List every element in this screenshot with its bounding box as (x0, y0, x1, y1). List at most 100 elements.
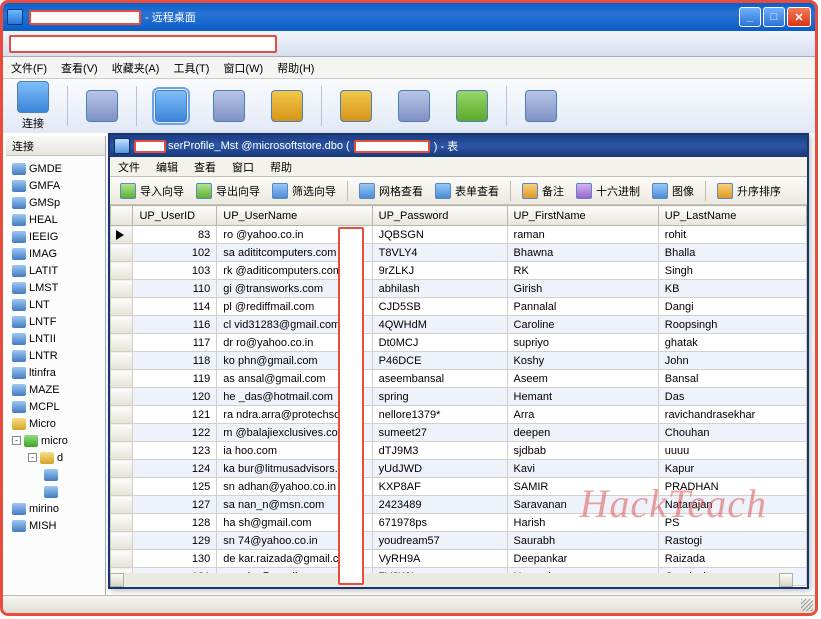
row-header[interactable] (111, 442, 133, 460)
tree-item[interactable]: -d (8, 449, 103, 466)
minimize-button[interactable]: _ (739, 7, 761, 27)
cell-userid[interactable]: 122 (133, 424, 217, 442)
row-header[interactable] (111, 424, 133, 442)
cell-firstname[interactable]: Aseem (507, 370, 658, 388)
table-row[interactable]: 120he _das@hotmail.comspringHemantDas (111, 388, 807, 406)
tree-item[interactable]: MAZE (8, 381, 103, 398)
cell-password[interactable]: 4QWHdM (372, 316, 507, 334)
tree-item[interactable]: GMFA (8, 177, 103, 194)
table-row[interactable]: 117dr ro@yahoo.co.inDt0MCJsupriyoghatak (111, 334, 807, 352)
cell-password[interactable]: JQBSGN (372, 226, 507, 244)
table-row[interactable]: 127sa nan_n@msn.com2423489SaravananNatar… (111, 496, 807, 514)
tree-item[interactable] (8, 466, 103, 483)
cell-firstname[interactable]: Saravanan (507, 496, 658, 514)
tree-item[interactable]: LMST (8, 279, 103, 296)
cell-firstname[interactable]: Girish (507, 280, 658, 298)
cell-lastname[interactable]: Singh (658, 262, 806, 280)
cell-userid[interactable]: 117 (133, 334, 217, 352)
cell-username[interactable]: m @balajiexclusives.com (217, 424, 372, 442)
grid-view-button[interactable]: 网格查看 (355, 181, 427, 201)
table-row[interactable]: 129sn 74@yahoo.co.inyoudream57SaurabhRas… (111, 532, 807, 550)
cell-username[interactable]: ro @yahoo.co.in (217, 226, 372, 244)
tree-item[interactable]: IEEIG (8, 228, 103, 245)
tree-item[interactable]: IMAG (8, 245, 103, 262)
cell-lastname[interactable]: KB (658, 280, 806, 298)
cell-lastname[interactable]: ravichandrasekhar (658, 406, 806, 424)
row-header[interactable] (111, 496, 133, 514)
cell-firstname[interactable]: Deepankar (507, 550, 658, 568)
cell-lastname[interactable]: Kapur (658, 460, 806, 478)
cell-firstname[interactable]: supriyo (507, 334, 658, 352)
cell-lastname[interactable]: Bansal (658, 370, 806, 388)
table-row[interactable]: 128ha sh@gmail.com671978psHarishPS (111, 514, 807, 532)
cell-userid[interactable]: 103 (133, 262, 217, 280)
toolbar-btn-6[interactable] (332, 90, 380, 122)
cell-lastname[interactable]: Bhalla (658, 244, 806, 262)
address-bar[interactable] (3, 31, 815, 57)
toolbar-btn-9[interactable] (517, 90, 565, 122)
tree-item[interactable]: MCPL (8, 398, 103, 415)
toolbar-btn-3[interactable] (147, 90, 195, 122)
row-header[interactable] (111, 298, 133, 316)
tree-item[interactable]: -micro (8, 432, 103, 449)
form-view-button[interactable]: 表单查看 (431, 181, 503, 201)
scroll-right-arrow[interactable] (779, 573, 793, 587)
cell-userid[interactable]: 114 (133, 298, 217, 316)
inner-menu-view[interactable]: 查看 (194, 159, 216, 175)
cell-lastname[interactable]: Dangi (658, 298, 806, 316)
column-header[interactable]: UP_UserID (133, 206, 217, 226)
cell-password[interactable]: dTJ9M3 (372, 442, 507, 460)
column-header[interactable]: UP_Password (372, 206, 507, 226)
menu-help[interactable]: 帮助(H) (277, 60, 314, 76)
cell-password[interactable]: spring (372, 388, 507, 406)
cell-userid[interactable]: 130 (133, 550, 217, 568)
cell-password[interactable]: nellore1379* (372, 406, 507, 424)
toolbar-btn-4[interactable] (205, 90, 253, 122)
cell-userid[interactable]: 110 (133, 280, 217, 298)
table-row[interactable]: 124ka bur@litmusadvisors.comyUdJWDKaviKa… (111, 460, 807, 478)
cell-lastname[interactable]: Raizada (658, 550, 806, 568)
cell-password[interactable]: P46DCE (372, 352, 507, 370)
toolbar-connect[interactable]: 连接 (9, 81, 57, 131)
row-header[interactable] (111, 388, 133, 406)
cell-lastname[interactable]: Natarajan (658, 496, 806, 514)
filter-wizard-button[interactable]: 筛选向导 (268, 181, 340, 201)
table-row[interactable]: 119as ansal@gmail.comaseembansalAseemBan… (111, 370, 807, 388)
cell-firstname[interactable]: Saurabh (507, 532, 658, 550)
cell-username[interactable]: he _das@hotmail.com (217, 388, 372, 406)
cell-password[interactable]: CJD5SB (372, 298, 507, 316)
toolbar-btn-2[interactable] (78, 90, 126, 122)
cell-password[interactable]: abhilash (372, 280, 507, 298)
cell-lastname[interactable]: John (658, 352, 806, 370)
cell-userid[interactable]: 119 (133, 370, 217, 388)
column-header[interactable]: UP_LastName (658, 206, 806, 226)
cell-password[interactable]: sumeet27 (372, 424, 507, 442)
cell-lastname[interactable]: rohit (658, 226, 806, 244)
cell-password[interactable]: VyRH9A (372, 550, 507, 568)
toolbar-btn-8[interactable] (448, 90, 496, 122)
cell-firstname[interactable]: Kavi (507, 460, 658, 478)
cell-lastname[interactable]: PS (658, 514, 806, 532)
row-header[interactable] (111, 280, 133, 298)
table-row[interactable]: 118ko phn@gmail.comP46DCEKoshyJohn (111, 352, 807, 370)
cell-password[interactable]: 9rZLKJ (372, 262, 507, 280)
cell-username[interactable]: ko phn@gmail.com (217, 352, 372, 370)
cell-firstname[interactable]: Pannalal (507, 298, 658, 316)
cell-userid[interactable]: 116 (133, 316, 217, 334)
cell-userid[interactable]: 120 (133, 388, 217, 406)
tree-item[interactable]: LNTII (8, 330, 103, 347)
tree-item[interactable]: GMDE (8, 160, 103, 177)
cell-username[interactable]: pl @rediffmail.com (217, 298, 372, 316)
cell-username[interactable]: sa nan_n@msn.com (217, 496, 372, 514)
cell-firstname[interactable]: Hemant (507, 388, 658, 406)
tree-item[interactable]: ltinfra (8, 364, 103, 381)
menu-tools[interactable]: 工具(T) (173, 60, 209, 76)
cell-userid[interactable]: 121 (133, 406, 217, 424)
data-grid[interactable]: UP_UserIDUP_UserNameUP_PasswordUP_FirstN… (110, 205, 807, 587)
table-row[interactable]: 125sn adhan@yahoo.co.inKXP8AFSAMIRPRADHA… (111, 478, 807, 496)
cell-username[interactable]: ra ndra.arra@protechsolu (217, 406, 372, 424)
cell-lastname[interactable]: Das (658, 388, 806, 406)
cell-userid[interactable]: 125 (133, 478, 217, 496)
tree-item[interactable]: GMSp (8, 194, 103, 211)
cell-userid[interactable]: 118 (133, 352, 217, 370)
